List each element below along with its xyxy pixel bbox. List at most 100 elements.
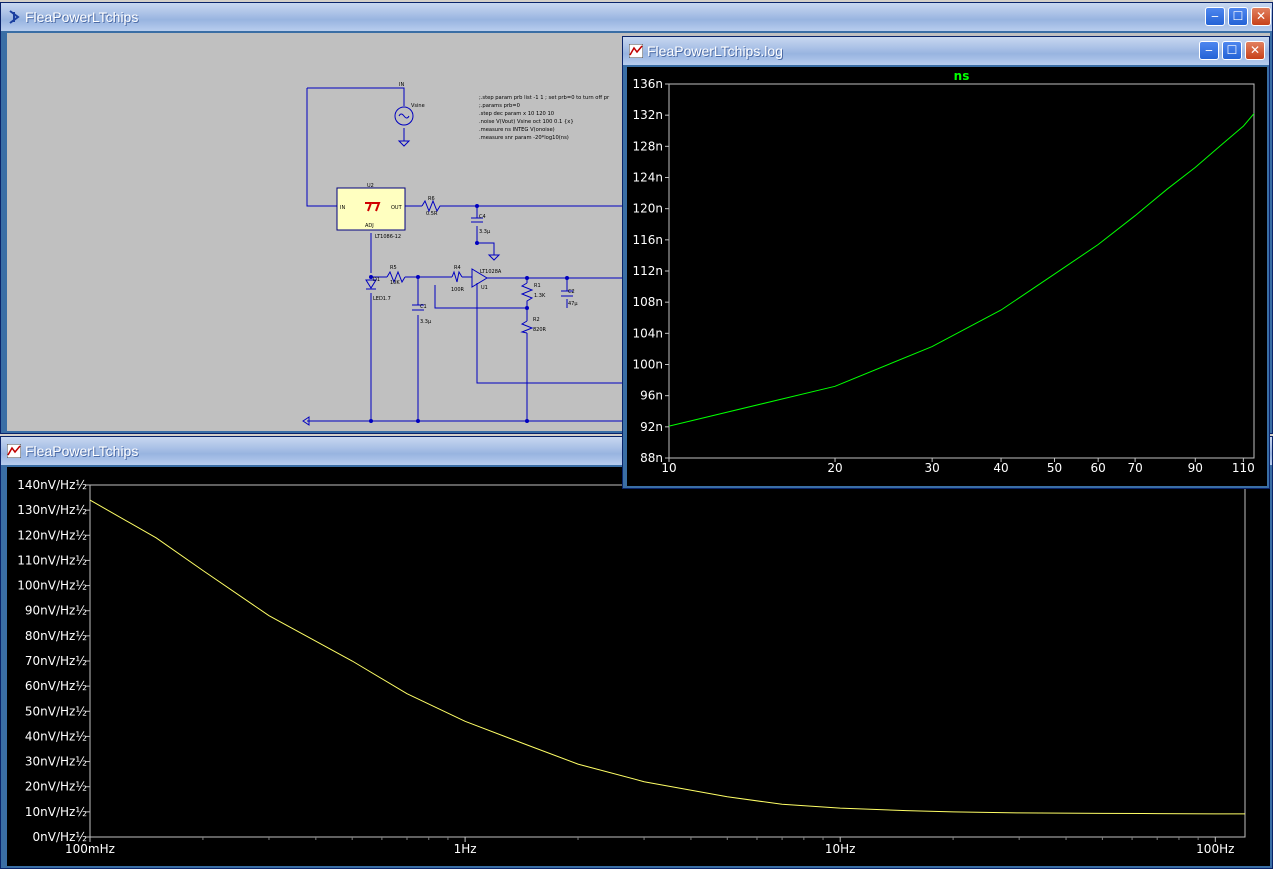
ground-icon — [397, 140, 411, 147]
label-r4-val: 100R — [451, 287, 465, 293]
label-u2-adj: ADJ — [365, 223, 374, 229]
junction-dot — [525, 276, 529, 280]
x-tick-label: 100Hz — [1196, 842, 1234, 856]
directive-line[interactable]: .noise V(Vout) Vsine oct 100 0.1 {x} — [479, 119, 574, 125]
x-tick-label: 10 — [661, 461, 676, 475]
minimize-icon: ‒ — [1205, 43, 1213, 57]
y-tick-label: 124n — [632, 171, 663, 185]
directive-line[interactable]: .step dec param x 10 120 10 — [479, 111, 554, 117]
junction-dot — [475, 241, 479, 245]
schematic-titlebar[interactable]: FleaPowerLTchips ‒ ☐ ✕ — [1, 3, 1272, 31]
resistor-r6-icon — [421, 199, 442, 213]
label-r5: R5 — [390, 265, 397, 271]
wire-feedback — [476, 283, 627, 384]
sine-icon — [398, 113, 410, 119]
ns-chart[interactable]: ns 136n 132n 128n 124n 120n 116n 112n 108n 104n 10… — [627, 67, 1267, 486]
junction-dot — [369, 419, 373, 423]
junction-dot — [565, 276, 569, 280]
resistor-r1-icon — [520, 282, 534, 308]
label-r1: R1 — [534, 283, 541, 289]
y-tick-label: 80nV/Hz½ — [25, 629, 87, 643]
junction-dot — [475, 204, 479, 208]
directive-line[interactable]: ;.step param prb list -1 1 ; set prb=0 t… — [479, 95, 610, 101]
label-c4-val: 3.3µ — [479, 229, 491, 235]
junction-dot — [525, 419, 529, 423]
noise-plot-window: FleaPowerLTchips 140nV/Hz½ 130nV/Hz½ 120nV… — [0, 436, 1273, 869]
y-tick-label: 128n — [632, 139, 663, 153]
schematic-minimize-button[interactable]: ‒ — [1205, 7, 1225, 26]
label-u2-out: OUT — [391, 205, 403, 211]
y-tick-label: 92n — [640, 420, 663, 434]
x-tick-label: 110 — [1232, 461, 1255, 475]
junction-dot — [416, 419, 420, 423]
y-tick-label: 140nV/Hz½ — [17, 478, 87, 492]
onoise-series-line — [89, 499, 1245, 815]
noise-chart[interactable]: 140nV/Hz½ 130nV/Hz½ 120nV/Hz½ 110nV/Hz½ 100n… — [7, 467, 1272, 868]
resistor-r2-icon — [520, 320, 534, 334]
close-icon: ✕ — [1249, 43, 1261, 57]
y-tick-label: 100n — [632, 358, 663, 372]
log-maximize-button[interactable]: ☐ — [1222, 41, 1242, 60]
y-tick-label: 112n — [632, 264, 663, 278]
y-tick-label: 50nV/Hz½ — [25, 704, 87, 718]
x-tick-label: 90 — [1188, 461, 1203, 475]
schematic-close-button[interactable]: ✕ — [1251, 7, 1271, 26]
noise-plot-title: FleaPowerLTchips — [25, 443, 139, 459]
ns-series-line — [668, 113, 1255, 427]
label-u2-part: LT1086-12 — [375, 234, 401, 240]
y-tick-label: 120n — [632, 202, 663, 216]
log-close-button[interactable]: ✕ — [1245, 41, 1265, 60]
label-c1-val: 3.3µ — [420, 319, 432, 325]
waveform-icon — [7, 444, 21, 458]
x-tick-label: 70 — [1127, 461, 1142, 475]
label-r2: R2 — [533, 317, 540, 323]
y-tick-label: 40nV/Hz½ — [25, 729, 87, 743]
x-tick-label: 10Hz — [825, 842, 856, 856]
x-tick-label: 100mHz — [65, 842, 115, 856]
directive-line[interactable]: .measure ns INTEG V(onoise) — [479, 127, 555, 133]
noise-plot-area[interactable]: 140nV/Hz½ 130nV/Hz½ 120nV/Hz½ 110nV/Hz½ 100n… — [7, 467, 1270, 866]
ltspice-schematic-icon — [9, 10, 20, 24]
schematic-maximize-button[interactable]: ☐ — [1228, 7, 1248, 26]
log-window: FleaPowerLTchips.log ‒ ☐ ✕ ns 136n 132n 128… — [622, 36, 1270, 489]
minimize-icon: ‒ — [1211, 9, 1219, 23]
log-plot-area[interactable]: ns 136n 132n 128n 124n 120n 116n 112n 108n 104n 10… — [627, 67, 1267, 486]
directive-line[interactable]: ;.params prb=0 — [479, 103, 520, 109]
label-c2: C2 — [568, 289, 575, 295]
wire-adj — [370, 233, 452, 421]
y-tick-label: 132n — [632, 108, 663, 122]
plot-frame — [668, 83, 1255, 459]
y-tick-label: 10nV/Hz½ — [25, 805, 87, 819]
x-tick-label: 20 — [827, 461, 842, 475]
label-led: LED1.7 — [373, 296, 391, 302]
y-tick-label: 120nV/Hz½ — [17, 528, 87, 542]
y-tick-label: 110nV/Hz½ — [17, 553, 87, 567]
label-r2-val: 820R — [533, 327, 547, 333]
maximize-icon: ☐ — [1226, 43, 1238, 57]
x-tick-label: 1Hz — [454, 842, 477, 856]
y-tick-label: 96n — [640, 389, 663, 403]
label-r4: R4 — [454, 265, 461, 271]
label-c2-val: 47µ — [568, 301, 578, 307]
label-u2: U2 — [367, 183, 374, 189]
label-r5-val: 10K — [390, 280, 400, 286]
waveform-icon — [629, 44, 643, 58]
wire-in — [306, 88, 337, 207]
label-u2-in: IN — [340, 205, 345, 211]
schematic-title: FleaPowerLTchips — [25, 9, 139, 25]
label-d1: D1 — [373, 277, 380, 283]
label-vsine: Vsine — [411, 103, 425, 109]
log-titlebar[interactable]: FleaPowerLTchips.log ‒ ☐ ✕ — [623, 37, 1269, 65]
directive-line[interactable]: .measure snr param -20*log10(ns) — [479, 135, 569, 141]
wire-in-top — [307, 87, 405, 106]
y-tick-label: 104n — [632, 326, 663, 340]
log-title: FleaPowerLTchips.log — [647, 43, 783, 59]
y-tick-label: 90nV/Hz½ — [25, 604, 87, 618]
wire-opamp-out — [487, 277, 627, 308]
y-tick-label: 88n — [640, 451, 663, 465]
label-r6-val: 0.5R — [426, 211, 438, 217]
log-minimize-button[interactable]: ‒ — [1199, 41, 1219, 60]
label-in: IN — [399, 82, 404, 88]
y-tick-label: 30nV/Hz½ — [25, 755, 87, 769]
chart-title: ns — [954, 69, 970, 83]
